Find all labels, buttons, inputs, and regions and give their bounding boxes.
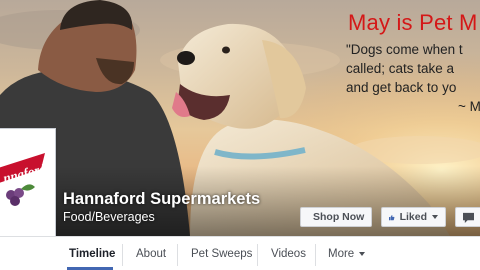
tab-pet-sweeps[interactable]: Pet Sweeps xyxy=(191,237,252,270)
liked-button[interactable]: Liked xyxy=(381,207,446,227)
tab-divider xyxy=(315,244,316,266)
quote-line: and get back to yo xyxy=(346,80,457,95)
liked-label: Liked xyxy=(399,211,427,223)
shop-now-button[interactable]: Shop Now xyxy=(300,207,372,227)
tab-more[interactable]: More xyxy=(328,237,366,270)
tab-more-label: More xyxy=(328,248,355,260)
page-category[interactable]: Food/Beverages xyxy=(63,210,155,224)
promo-quote: "Dogs come when t called; cats take a an… xyxy=(346,40,480,116)
thumbs-up-icon xyxy=(389,214,395,220)
message-icon xyxy=(463,212,474,223)
tab-divider xyxy=(257,244,258,266)
shop-now-label: Shop Now xyxy=(313,211,365,223)
quote-line: ~ M xyxy=(458,99,480,114)
facebook-page-header: May is Pet M "Dogs come when t called; c… xyxy=(0,0,480,270)
tab-divider xyxy=(177,244,178,266)
quote-line: "Dogs come when t xyxy=(346,42,463,57)
tab-timeline[interactable]: Timeline xyxy=(69,237,115,270)
tab-divider xyxy=(122,244,123,266)
tab-about[interactable]: About xyxy=(136,237,166,270)
promo-title: May is Pet M xyxy=(348,10,478,35)
page-tab-bar: Timeline About Pet Sweeps Videos More xyxy=(0,236,480,270)
quote-line: called; cats take a xyxy=(346,61,455,76)
chevron-down-icon xyxy=(432,215,438,219)
tab-videos[interactable]: Videos xyxy=(271,237,306,270)
page-name[interactable]: Hannaford Supermarkets xyxy=(63,190,260,209)
message-button[interactable] xyxy=(455,207,480,227)
chevron-down-icon xyxy=(359,252,366,256)
